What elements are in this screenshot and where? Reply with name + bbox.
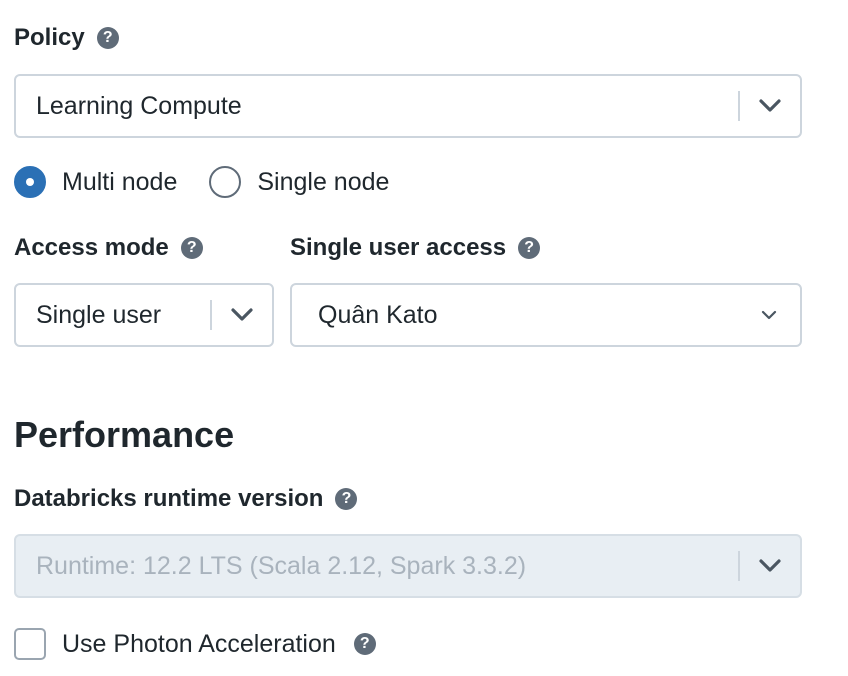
chevron-down-icon[interactable] (212, 285, 272, 345)
chevron-down-icon[interactable] (738, 285, 800, 345)
single-user-access-label: Single user access (290, 234, 507, 261)
radio-single-node-indicator[interactable] (209, 166, 242, 198)
runtime-version-value: Runtime: 12.2 LTS (Scala 2.12, Spark 3.3… (36, 551, 527, 580)
policy-select[interactable]: Learning Compute (14, 74, 802, 138)
policy-select-value: Learning Compute (36, 91, 242, 120)
access-mode-select[interactable]: Single user (14, 283, 274, 347)
node-type-radio-group: Multi node Single node (14, 166, 421, 198)
radio-single-node-label[interactable]: Single node (257, 168, 389, 197)
help-icon[interactable]: ? (353, 633, 376, 655)
chevron-down-icon (740, 536, 800, 596)
radio-single-node[interactable]: Single node (209, 166, 389, 198)
photon-acceleration-label[interactable]: Use Photon Acceleration (62, 630, 336, 659)
single-user-access-select-value: Quân Kato (318, 300, 438, 329)
policy-label-row: Policy ? (14, 24, 119, 52)
runtime-version-select: Runtime: 12.2 LTS (Scala 2.12, Spark 3.3… (14, 534, 802, 598)
single-user-access-label-row: Single user access ? (290, 234, 541, 262)
runtime-label: Databricks runtime version (14, 485, 324, 512)
photon-acceleration-checkbox[interactable] (14, 628, 46, 660)
help-icon[interactable]: ? (335, 488, 358, 510)
runtime-label-row: Databricks runtime version ? (14, 485, 358, 513)
access-mode-label-row: Access mode ? (14, 234, 203, 262)
performance-section-title: Performance (14, 414, 235, 455)
radio-multi-node-label[interactable]: Multi node (62, 168, 177, 197)
policy-label: Policy (14, 24, 85, 51)
access-mode-label: Access mode (14, 234, 169, 261)
help-icon[interactable]: ? (180, 237, 203, 259)
single-user-access-select[interactable]: Quân Kato (290, 283, 802, 347)
help-icon[interactable]: ? (96, 27, 119, 49)
chevron-down-icon[interactable] (740, 76, 800, 136)
access-mode-select-value: Single user (36, 300, 162, 329)
help-icon[interactable]: ? (518, 237, 541, 259)
radio-multi-node-indicator[interactable] (14, 166, 46, 198)
radio-multi-node[interactable]: Multi node (14, 166, 177, 198)
photon-acceleration-row: Use Photon Acceleration ? (14, 628, 376, 660)
